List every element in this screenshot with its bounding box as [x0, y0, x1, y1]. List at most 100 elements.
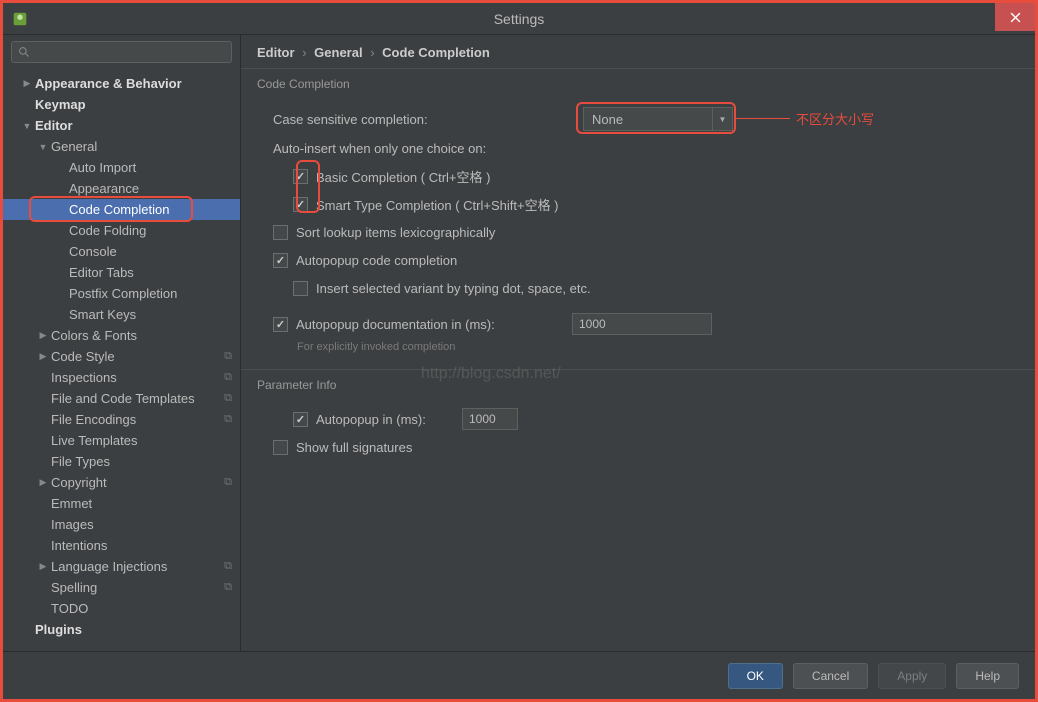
sidebar-item-label: Appearance — [69, 181, 232, 196]
sidebar-item-label: Language Injections — [51, 559, 224, 574]
sidebar-item-editor[interactable]: ▼Editor — [3, 115, 240, 136]
window-title: Settings — [494, 11, 545, 27]
search-box[interactable] — [11, 41, 232, 63]
cancel-button[interactable]: Cancel — [793, 663, 868, 689]
sidebar-item-label: Plugins — [35, 622, 232, 637]
checkbox-autopopup-doc[interactable] — [273, 317, 288, 332]
sidebar-item-intentions[interactable]: Intentions — [3, 535, 240, 556]
row-sort-lookup: Sort lookup items lexicographically — [273, 221, 1019, 243]
breadcrumb-codecompletion: Code Completion — [382, 45, 490, 60]
checkbox-basic-completion[interactable] — [293, 169, 308, 184]
checkbox-smart-type[interactable] — [293, 197, 308, 212]
label-insert-selected: Insert selected variant by typing dot, s… — [316, 281, 591, 296]
sidebar-item-editor-tabs[interactable]: Editor Tabs — [3, 262, 240, 283]
titlebar: Settings — [3, 3, 1035, 35]
sidebar-item-images[interactable]: Images — [3, 514, 240, 535]
sidebar-item-label: Auto Import — [69, 160, 232, 175]
label-autopopup-in: Autopopup in (ms): — [316, 412, 446, 427]
sidebar-item-label: Copyright — [51, 475, 224, 490]
sidebar-item-label: Smart Keys — [69, 307, 232, 322]
search-input[interactable] — [35, 45, 225, 59]
sidebar-item-file-encodings[interactable]: File Encodings⧉ — [3, 409, 240, 430]
sidebar-item-label: Editor Tabs — [69, 265, 232, 280]
sidebar-item-language-injections[interactable]: ▶Language Injections⧉ — [3, 556, 240, 577]
breadcrumb-editor: Editor — [257, 45, 295, 60]
copy-icon: ⧉ — [224, 581, 232, 594]
sidebar-item-colors-fonts[interactable]: ▶Colors & Fonts — [3, 325, 240, 346]
parameter-info-form: Autopopup in (ms): Show full signatures — [241, 398, 1035, 468]
hint-doc: For explicitly invoked completion — [297, 341, 1019, 353]
sidebar-item-label: Console — [69, 244, 232, 259]
input-autopopup-in-ms[interactable] — [462, 408, 518, 430]
copy-icon: ⧉ — [224, 413, 232, 426]
ok-button[interactable]: OK — [728, 663, 783, 689]
sidebar-item-plugins[interactable]: Plugins — [3, 619, 240, 640]
sidebar-item-label: Code Completion — [69, 202, 232, 217]
input-autopopup-doc-ms[interactable] — [572, 313, 712, 335]
sidebar-item-spelling[interactable]: Spelling⧉ — [3, 577, 240, 598]
sidebar-item-label: File and Code Templates — [51, 391, 224, 406]
sidebar-item-file-and-code-templates[interactable]: File and Code Templates⧉ — [3, 388, 240, 409]
breadcrumb-general: General — [314, 45, 362, 60]
sidebar-item-label: Emmet — [51, 496, 232, 511]
sidebar-item-label: Spelling — [51, 580, 224, 595]
footer: OK Cancel Apply Help — [3, 651, 1035, 699]
sidebar-item-label: File Encodings — [51, 412, 224, 427]
sidebar-item-copyright[interactable]: ▶Copyright⧉ — [3, 472, 240, 493]
sidebar-item-keymap[interactable]: Keymap — [3, 94, 240, 115]
chevron-down-icon: ▼ — [712, 108, 732, 130]
sidebar-item-appearance-behavior[interactable]: ▶Appearance & Behavior — [3, 73, 240, 94]
tree-arrow-icon: ▶ — [21, 78, 33, 89]
checkbox-insert-selected[interactable] — [293, 281, 308, 296]
label-basic-completion: Basic Completion ( Ctrl+空格 ) — [316, 167, 490, 186]
sidebar-item-inspections[interactable]: Inspections⧉ — [3, 367, 240, 388]
copy-icon: ⧉ — [224, 350, 232, 363]
code-completion-form: Case sensitive completion: None ▼ Auto-i… — [241, 97, 1035, 357]
sidebar-item-auto-import[interactable]: Auto Import — [3, 157, 240, 178]
label-sort-lookup: Sort lookup items lexicographically — [296, 225, 495, 240]
sidebar-item-label: Editor — [35, 118, 232, 133]
sidebar-item-label: Intentions — [51, 538, 232, 553]
row-autopopup-code: Autopopup code completion — [273, 249, 1019, 271]
sidebar-item-appearance[interactable]: Appearance — [3, 178, 240, 199]
apply-button[interactable]: Apply — [878, 663, 946, 689]
sidebar-item-code-completion[interactable]: Code Completion — [3, 199, 240, 220]
checkbox-autopopup-in[interactable] — [293, 412, 308, 427]
dropdown-value: None — [592, 112, 623, 127]
sidebar-item-postfix-completion[interactable]: Postfix Completion — [3, 283, 240, 304]
checkbox-sort-lookup[interactable] — [273, 225, 288, 240]
row-show-full: Show full signatures — [273, 436, 1019, 458]
label-autopopup-doc: Autopopup documentation in (ms): — [296, 317, 556, 332]
row-case-sensitive: Case sensitive completion: None ▼ — [273, 107, 1019, 131]
checkbox-autopopup-code[interactable] — [273, 253, 288, 268]
sidebar: ▶Appearance & BehaviorKeymap▼Editor▼Gene… — [3, 35, 241, 655]
label-smart-type: Smart Type Completion ( Ctrl+Shift+空格 ) — [316, 195, 559, 214]
sidebar-item-label: Images — [51, 517, 232, 532]
tree-arrow-icon: ▶ — [37, 351, 49, 362]
sidebar-item-code-style[interactable]: ▶Code Style⧉ — [3, 346, 240, 367]
app-icon — [11, 10, 29, 28]
sidebar-item-file-types[interactable]: File Types — [3, 451, 240, 472]
settings-tree[interactable]: ▶Appearance & BehaviorKeymap▼Editor▼Gene… — [3, 69, 240, 640]
section-code-completion: Code Completion — [241, 68, 1035, 97]
row-autoinsert-label: Auto-insert when only one choice on: — [273, 137, 1019, 159]
sidebar-item-label: Appearance & Behavior — [35, 76, 232, 91]
copy-icon: ⧉ — [224, 476, 232, 489]
sidebar-item-console[interactable]: Console — [3, 241, 240, 262]
breadcrumb-sep: › — [370, 45, 374, 60]
row-insert-selected: Insert selected variant by typing dot, s… — [293, 277, 1019, 299]
sidebar-item-todo[interactable]: TODO — [3, 598, 240, 619]
help-button[interactable]: Help — [956, 663, 1019, 689]
sidebar-item-code-folding[interactable]: Code Folding — [3, 220, 240, 241]
dropdown-case-sensitive[interactable]: None ▼ — [583, 107, 733, 131]
checkbox-show-full[interactable] — [273, 440, 288, 455]
close-button[interactable] — [995, 3, 1035, 31]
breadcrumb-sep: › — [302, 45, 306, 60]
sidebar-item-general[interactable]: ▼General — [3, 136, 240, 157]
tree-arrow-icon: ▼ — [37, 142, 49, 152]
sidebar-item-smart-keys[interactable]: Smart Keys — [3, 304, 240, 325]
row-basic-completion: Basic Completion ( Ctrl+空格 ) — [293, 165, 1019, 187]
sidebar-item-live-templates[interactable]: Live Templates — [3, 430, 240, 451]
sidebar-item-emmet[interactable]: Emmet — [3, 493, 240, 514]
tree-arrow-icon: ▼ — [21, 121, 33, 131]
